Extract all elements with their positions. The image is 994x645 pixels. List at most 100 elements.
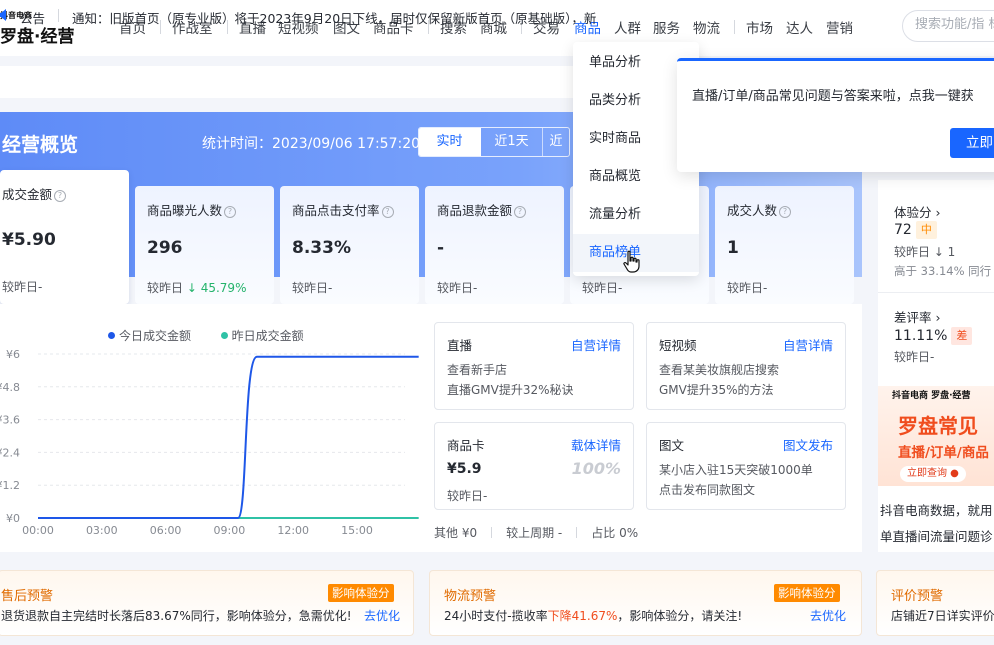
time-range-tabs: 实时 近1天 近 bbox=[418, 127, 570, 157]
live-card[interactable]: 直播 自营详情 查看新手店 直播GMV提升32%秘诀 bbox=[434, 322, 634, 410]
metric-card-gmv[interactable]: 成交金额? ¥5.90 较昨日- bbox=[0, 170, 129, 304]
video-card-title: 短视频 bbox=[659, 338, 697, 353]
faq-popup: 直播/订单/商品常见问题与答案来啦，点我一键获 立即 bbox=[677, 58, 994, 172]
experience-score-label[interactable]: 体验分 › bbox=[894, 202, 940, 221]
help-icon[interactable]: ? bbox=[514, 206, 527, 218]
video-line-2: GMV提升35%的方法 bbox=[659, 383, 774, 397]
banner-caption-2[interactable]: 单直播间流量问题诊 bbox=[880, 526, 993, 545]
warning-title: 售后预警 bbox=[1, 589, 54, 604]
warning-text: 24小时支付-揽收率下降41.67%，影响体验分，请关注! bbox=[444, 609, 743, 623]
bad-review-tag: 差 bbox=[951, 327, 973, 345]
notice-text[interactable]: 通知：旧版首页（原专业版）将于2023年9月20日下线，届时仅保留新版首页（原基… bbox=[72, 8, 596, 27]
metric-card-click-pay-rate[interactable]: 商品点击支付率? 8.33% 较昨日- bbox=[280, 186, 419, 304]
optimize-link[interactable]: 去优化 bbox=[364, 607, 400, 624]
search-input[interactable] bbox=[915, 17, 994, 32]
optimize-link[interactable]: 去优化 bbox=[810, 607, 846, 624]
warning-title: 物流预警 bbox=[444, 589, 497, 604]
notice-label: 公告 bbox=[20, 11, 46, 26]
metric-value: 296 bbox=[147, 238, 183, 258]
product-card-share: 100% bbox=[571, 459, 621, 478]
y-tick-label: ¥6 bbox=[6, 348, 20, 361]
live-line-2: 直播GMV提升32%秘诀 bbox=[447, 383, 574, 397]
bad-review-label[interactable]: 差评率 › bbox=[894, 307, 940, 326]
y-tick-label: ¥4.8 bbox=[0, 381, 20, 394]
speaker-icon bbox=[0, 9, 6, 21]
x-tick-label: 09:00 bbox=[214, 524, 246, 537]
menu-item-traffic[interactable]: 流量分析 bbox=[573, 196, 699, 234]
y-tick-label: ¥1.2 bbox=[0, 479, 20, 492]
warning-title: 评价预警 bbox=[891, 589, 944, 604]
popup-text: 直播/订单/商品常见问题与答案来啦，点我一键获 bbox=[692, 89, 974, 104]
live-line-1: 查看新手店 bbox=[447, 363, 508, 377]
y-tick-label: ¥3.6 bbox=[0, 414, 20, 427]
video-line-1: 查看某美妆旗舰店搜索 bbox=[659, 363, 780, 377]
popup-go-button[interactable]: 立即 bbox=[950, 128, 994, 158]
metric-compare: 较昨日- bbox=[582, 281, 623, 295]
nav-crowd[interactable]: 人群 bbox=[614, 17, 641, 37]
nav-market[interactable]: 市场 bbox=[746, 17, 773, 37]
tab-realtime[interactable]: 实时 bbox=[419, 128, 481, 156]
gmv-line-chart[interactable]: ¥6 ¥4.8 ¥3.6 ¥2.4 ¥1.2 ¥000:00 03:00 06:00 09:00… bbox=[0, 340, 420, 550]
nav-service[interactable]: 服务 bbox=[653, 17, 680, 37]
metric-value: - bbox=[437, 238, 445, 258]
notice-divider bbox=[58, 9, 59, 22]
bottom-stats: 其他 ¥0 较上周期 - 占比 0% bbox=[434, 524, 638, 541]
live-detail-link[interactable]: 自营详情 bbox=[571, 335, 621, 354]
warning-badge: 影响体验分 bbox=[328, 584, 394, 602]
warning-text: 退货退款自主完结时长落后83.67%同行，影响体验分，急需优化! bbox=[1, 609, 352, 623]
tab-last-n[interactable]: 近 bbox=[543, 128, 569, 156]
metric-value: 8.33% bbox=[292, 238, 351, 258]
graphic-publish-link[interactable]: 图文发布 bbox=[783, 435, 833, 454]
help-icon[interactable]: ? bbox=[54, 190, 67, 202]
tab-last-1-day[interactable]: 近1天 bbox=[481, 128, 543, 156]
x-tick-label: 06:00 bbox=[150, 524, 182, 537]
search-box[interactable] bbox=[902, 10, 994, 42]
graphic-card-title: 图文 bbox=[659, 438, 685, 453]
product-card-card[interactable]: 商品卡 载体详情 ¥5.9 100% 较昨日- bbox=[434, 422, 634, 510]
nav-marketing[interactable]: 营销 bbox=[826, 17, 853, 37]
x-tick-label: 12:00 bbox=[277, 524, 309, 537]
banner-query-button[interactable]: 立即查询 ● bbox=[900, 466, 966, 482]
metric-card-buyers[interactable]: 成交人数? 1 较昨日- bbox=[715, 186, 854, 304]
y-tick-label: ¥0 bbox=[6, 512, 20, 525]
graphic-line-1: 某小店入驻15天突破1000单 bbox=[659, 463, 813, 477]
y-tick-label: ¥2.4 bbox=[0, 446, 20, 459]
help-icon[interactable]: ? bbox=[381, 206, 394, 218]
graphic-card[interactable]: 图文 图文发布 某小店入驻15天突破1000单 点击发布同款图文 bbox=[646, 422, 846, 510]
video-card[interactable]: 短视频 自营详情 查看某美妆旗舰店搜索 GMV提升35%的方法 bbox=[646, 322, 846, 410]
bad-review-rate: 11.11% 差 bbox=[894, 327, 973, 345]
metric-card-exposure[interactable]: 商品曝光人数? 296 较昨日 ↓ 45.79% bbox=[135, 186, 274, 304]
stat-compare: 较上周期 - bbox=[506, 526, 563, 540]
graphic-line-2: 点击发布同款图文 bbox=[659, 483, 756, 497]
x-tick-label: 00:00 bbox=[22, 524, 54, 537]
experience-tag: 中 bbox=[915, 221, 937, 239]
banner-subtitle: 直播/订单/商品 bbox=[898, 445, 989, 461]
faq-banner[interactable]: 抖音电商 罗盘·经营 罗盘常见 直播/订单/商品 立即查询 ● bbox=[878, 386, 994, 486]
nav-creator[interactable]: 达人 bbox=[786, 17, 813, 37]
series-line[interactable] bbox=[38, 355, 419, 519]
help-icon[interactable]: ? bbox=[224, 206, 237, 218]
metric-value: ¥5.90 bbox=[2, 230, 56, 250]
stat-share: 占比 0% bbox=[591, 526, 639, 540]
banner-logo: 抖音电商 罗盘·经营 bbox=[892, 391, 971, 401]
right-panel: 体验分 › 72 中 较昨日 ↓ 1 高于 33.14% 同行 差评率 › 11.… bbox=[878, 180, 994, 552]
carrier-detail-link[interactable]: 载体详情 bbox=[571, 435, 621, 454]
stat-time: 统计时间：2023/09/06 17:57:20 bbox=[202, 136, 421, 152]
nav-logistics[interactable]: 物流 bbox=[693, 17, 720, 37]
metric-compare: 较昨日- bbox=[2, 280, 43, 294]
help-icon[interactable]: ? bbox=[779, 206, 792, 218]
after-sale-warning: 售后预警 影响体验分 退货退款自主完结时长落后83.67%同行，影响体验分，急需… bbox=[0, 570, 414, 636]
nav-divider bbox=[734, 20, 735, 34]
bad-review-compare: 较昨日- bbox=[894, 350, 935, 364]
x-tick-label: 03:00 bbox=[86, 524, 118, 537]
metric-card-refund[interactable]: 商品退款金额? - 较昨日- bbox=[425, 186, 564, 304]
banner-title: 罗盘常见 bbox=[898, 414, 978, 438]
video-detail-link[interactable]: 自营详情 bbox=[783, 335, 833, 354]
metric-label: 商品曝光人数? bbox=[147, 200, 237, 219]
stat-other: 其他 ¥0 bbox=[434, 526, 478, 540]
warning-text: 店铺近7日详实评价 bbox=[891, 609, 994, 623]
review-warning: 评价预警 店铺近7日详实评价 bbox=[876, 570, 994, 636]
logistics-warning: 物流预警 影响体验分 24小时支付-揽收率下降41.67%，影响体验分，请关注!… bbox=[429, 570, 862, 636]
warning-badge: 影响体验分 bbox=[774, 584, 840, 602]
x-tick-label: 15:00 bbox=[341, 524, 373, 537]
